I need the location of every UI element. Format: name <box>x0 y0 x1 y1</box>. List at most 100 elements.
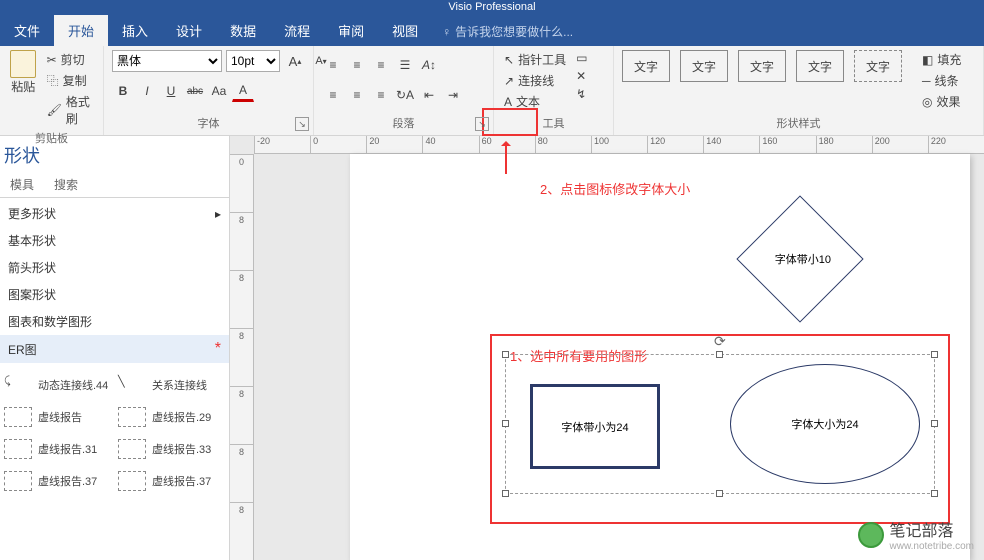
shape-effects-button[interactable]: ◎效果 <box>920 92 963 111</box>
stencil-thumb-icon <box>118 439 146 459</box>
basic-shapes-item[interactable]: 基本形状 <box>0 227 229 254</box>
tab-insert[interactable]: 插入 <box>108 15 162 46</box>
watermark-icon <box>858 522 884 548</box>
stencil-thumb-icon: ╲ <box>118 375 146 395</box>
strike-button[interactable]: abc <box>184 80 206 102</box>
scissors-icon: ✂ <box>47 53 57 67</box>
shape-fill-button[interactable]: ◧填充 <box>920 50 963 69</box>
indent-inc-button[interactable]: ⇥ <box>442 84 464 106</box>
shape-style-4[interactable]: 文字 <box>796 50 844 82</box>
rotate-handle[interactable]: ⟳ <box>714 333 726 350</box>
more-shapes-item[interactable]: 更多形状▸ <box>0 200 229 227</box>
copy-button[interactable]: ⿻复制 <box>45 71 95 90</box>
rectangle-tool-button[interactable]: ▭ <box>574 50 589 66</box>
resize-handle[interactable] <box>716 351 723 358</box>
stencil-tab[interactable]: 模具 <box>0 172 44 197</box>
stencil-relation-connector[interactable]: ╲关系连接线 <box>114 369 228 401</box>
pattern-shapes-item[interactable]: 图案形状 <box>0 281 229 308</box>
grow-font-button[interactable]: A▴ <box>284 50 306 72</box>
stencil-thumb-icon <box>4 471 32 491</box>
connector-tool-button[interactable]: ↗连接线 <box>502 71 568 90</box>
stencil-report-6[interactable]: 虚线报告.37 <box>114 465 228 497</box>
resize-handle[interactable] <box>502 351 509 358</box>
underline-button[interactable]: U <box>160 80 182 102</box>
cursor-icon: ↖ <box>504 53 514 67</box>
stencil-thumb-icon <box>118 407 146 427</box>
format-painter-button[interactable]: 🖌格式刷 <box>45 92 95 128</box>
drawing-canvas[interactable]: -20020406080100120140160180200220 088888… <box>230 136 984 560</box>
align-right-button[interactable]: ≡ <box>370 84 392 106</box>
tab-home[interactable]: 开始 <box>54 15 108 46</box>
resize-handle[interactable] <box>931 351 938 358</box>
stencil-report-1[interactable]: 虚线报告 <box>0 401 114 433</box>
text-icon: A <box>504 95 512 109</box>
tab-review[interactable]: 审阅 <box>324 15 378 46</box>
resize-handle[interactable] <box>716 490 723 497</box>
connector-icon: ↗ <box>504 74 514 88</box>
tab-design[interactable]: 设计 <box>162 15 216 46</box>
text-direction-button[interactable]: A↕ <box>418 54 440 76</box>
align-center-button[interactable]: ≡ <box>346 84 368 106</box>
fill-icon: ◧ <box>922 53 933 67</box>
diamond-shape[interactable]: 字体带小10 <box>736 195 863 322</box>
paste-button[interactable]: 粘贴 <box>8 50 39 95</box>
line-icon: ─ <box>922 74 931 88</box>
tab-view[interactable]: 视图 <box>378 15 432 46</box>
font-name-select[interactable]: 黑体 <box>112 50 222 72</box>
ellipse-shape[interactable]: 字体大小为24 <box>730 364 920 484</box>
resize-handle[interactable] <box>502 420 509 427</box>
annotation-step2: 2、点击图标修改字体大小 <box>540 179 690 198</box>
align-middle-button[interactable]: ≡ <box>346 54 368 76</box>
stencil-report-4[interactable]: 虚线报告.33 <box>114 433 228 465</box>
align-left-button[interactable]: ≡ <box>322 84 344 106</box>
tell-me-search[interactable]: ♀告诉我您想要做什么... <box>432 17 583 46</box>
cut-button[interactable]: ✂剪切 <box>45 50 95 69</box>
tab-process[interactable]: 流程 <box>270 15 324 46</box>
resize-handle[interactable] <box>931 420 938 427</box>
stencil-report-3[interactable]: 虚线报告.31 <box>0 433 114 465</box>
font-dialog-launcher[interactable]: ↘ <box>295 117 309 131</box>
pointer-tool-button[interactable]: ↖指针工具 <box>502 50 568 69</box>
er-diagram-item[interactable]: ER图* <box>0 335 229 363</box>
align-bottom-button[interactable]: ≡ <box>370 54 392 76</box>
group-label-font: 字体 <box>112 113 305 133</box>
italic-button[interactable]: I <box>136 80 158 102</box>
tab-file[interactable]: 文件 <box>0 15 54 46</box>
arrow-shapes-item[interactable]: 箭头形状 <box>0 254 229 281</box>
shape-line-button[interactable]: ─线条 <box>920 71 963 90</box>
paragraph-dialog-launcher[interactable]: ↘ <box>475 117 489 131</box>
font-color-button[interactable]: A <box>232 80 254 102</box>
font-size-select[interactable]: 10pt <box>226 50 280 72</box>
stencil-thumb-icon <box>4 439 32 459</box>
bullets-button[interactable]: ☰ <box>394 54 416 76</box>
stencil-report-5[interactable]: 虚线报告.37 <box>0 465 114 497</box>
freeform-tool-button[interactable]: ↯ <box>574 86 589 102</box>
group-label-shapestyle: 形状样式 <box>622 113 975 133</box>
brush-icon: 🖌 <box>47 103 62 117</box>
stencil-thumb-icon <box>118 471 146 491</box>
shape-style-5[interactable]: 文字 <box>854 50 902 82</box>
shape-style-3[interactable]: 文字 <box>738 50 786 82</box>
crop-tool-button[interactable]: ✕ <box>574 68 589 84</box>
stencil-dynamic-connector[interactable]: ⤹动态连接线.44 <box>0 369 114 401</box>
bulb-icon: ♀ <box>442 25 451 39</box>
drawing-page[interactable]: 2、点击图标修改字体大小 字体带小10 1、选中所有要用的图形 ⟳ 字体带小为2… <box>350 154 970 560</box>
tab-data[interactable]: 数据 <box>216 15 270 46</box>
search-tab[interactable]: 搜索 <box>44 172 88 197</box>
shape-style-1[interactable]: 文字 <box>622 50 670 82</box>
indent-dec-button[interactable]: ⇤ <box>418 84 440 106</box>
rectangle-shape[interactable]: 字体带小为24 <box>530 384 660 469</box>
chart-math-shapes-item[interactable]: 图表和数学图形 <box>0 308 229 335</box>
change-case-button[interactable]: Aa <box>208 80 230 102</box>
rect-text: 字体带小为24 <box>561 419 628 435</box>
group-label-tools: 工具 <box>502 113 605 133</box>
rotate-text-button[interactable]: ↻A <box>394 84 416 106</box>
align-top-button[interactable]: ≡ <box>322 54 344 76</box>
resize-handle[interactable] <box>931 490 938 497</box>
stencil-report-2[interactable]: 虚线报告.29 <box>114 401 228 433</box>
bold-button[interactable]: B <box>112 80 134 102</box>
shape-style-2[interactable]: 文字 <box>680 50 728 82</box>
text-tool-button[interactable]: A文本 <box>502 92 568 111</box>
resize-handle[interactable] <box>502 490 509 497</box>
watermark: 笔记部落 www.notetribe.com <box>858 517 974 552</box>
